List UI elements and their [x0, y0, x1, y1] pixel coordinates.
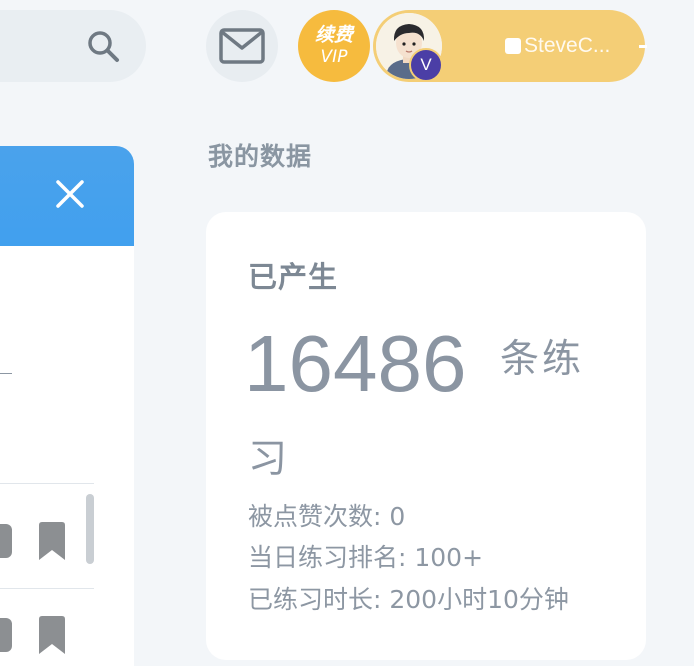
stats-unit: 条练 — [500, 337, 585, 382]
verified-badge: V — [409, 48, 443, 82]
username: SteveC... — [461, 32, 631, 60]
list-item-icon[interactable] — [0, 618, 12, 652]
search-input[interactable] — [0, 10, 146, 82]
stats-number: 16486 — [244, 319, 467, 408]
search-icon[interactable] — [85, 28, 121, 64]
username-mark-icon — [505, 38, 521, 54]
stats-label: 已产生 — [248, 260, 339, 294]
vip-label: VIP — [320, 47, 348, 67]
close-icon[interactable] — [55, 179, 85, 209]
panel-underline — [0, 373, 12, 374]
stats-unit-continued: 习 — [248, 437, 288, 482]
list-divider — [0, 588, 94, 589]
bookmark-icon[interactable] — [37, 522, 67, 560]
panel-header — [0, 146, 134, 246]
daily-rank: 当日练习排名: 100+ — [248, 543, 484, 572]
page: 续费 VIP V SteveC... 我的数据 已产生 16486 条练 习 被… — [0, 0, 694, 666]
mail-button[interactable] — [206, 10, 278, 82]
practice-duration: 已练习时长: 200小时10分钟 — [248, 585, 569, 614]
vip-renew-button[interactable]: 续费 VIP — [298, 10, 370, 82]
likes-count: 被点赞次数: 0 — [248, 502, 406, 531]
mail-icon — [219, 28, 265, 64]
stats-card: 已产生 16486 条练 习 被点赞次数: 0 当日练习排名: 100+ 已练习… — [206, 212, 646, 660]
user-menu[interactable]: V SteveC... — [373, 10, 647, 82]
scrollbar[interactable] — [86, 494, 94, 564]
pill-edge-mark — [639, 45, 647, 48]
section-title: 我的数据 — [208, 142, 313, 171]
list-divider — [0, 483, 94, 484]
bookmark-icon[interactable] — [37, 616, 67, 654]
vip-renew-label: 续费 — [314, 24, 353, 46]
list-item-icon[interactable] — [0, 524, 12, 558]
username-text: SteveC... — [524, 34, 611, 57]
panel-body — [0, 246, 134, 666]
